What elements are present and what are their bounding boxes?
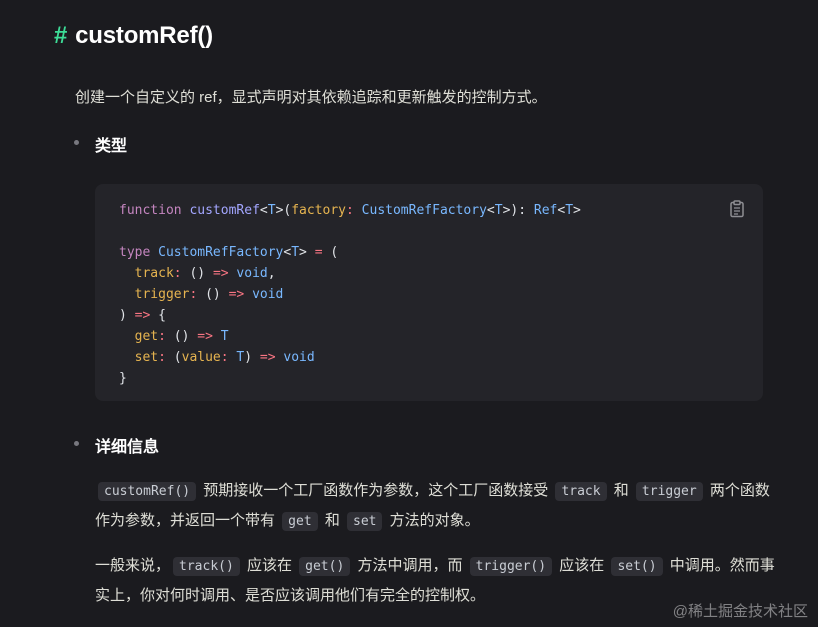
code-content: function customRef<T>(factory: CustomRef… xyxy=(119,200,581,389)
code-line-9: } xyxy=(119,371,127,386)
paragraph-text: 应该在 xyxy=(555,557,609,574)
list-item-type: 类型 xyxy=(74,132,127,156)
inline-code: set() xyxy=(611,557,663,576)
code-line-1: function customRef<T>(factory: CustomRef… xyxy=(119,203,581,218)
intro-text: 创建一个自定义的 ref，显式声明对其依赖追踪和更新触发的控制方式。 xyxy=(75,89,547,106)
code-line-3: type CustomRefFactory<T> = ( xyxy=(119,245,339,260)
code-line-6: ) => { xyxy=(119,308,166,323)
paragraph-text: 应该在 xyxy=(242,557,297,574)
code-line-4: track: () => void, xyxy=(134,266,276,281)
inline-code: trigger xyxy=(635,482,703,501)
paragraph-text: 方法中调用，而 xyxy=(353,557,467,574)
inline-code: track() xyxy=(173,557,240,576)
page-title: # customRef() xyxy=(54,22,213,50)
inline-code: set xyxy=(347,512,383,531)
inline-code: get xyxy=(282,512,318,531)
header-anchor[interactable]: # xyxy=(54,22,67,49)
code-block: function customRef<T>(factory: CustomRef… xyxy=(95,184,763,401)
clipboard-icon[interactable] xyxy=(727,199,747,219)
paragraph-text: 和 xyxy=(609,482,633,499)
page-title-text: customRef() xyxy=(75,22,213,49)
inline-code: get() xyxy=(299,557,351,576)
paragraph-text: 和 xyxy=(320,512,344,529)
inline-code: customRef() xyxy=(98,482,197,501)
type-label: 类型 xyxy=(95,138,128,155)
list-item-details: 详细信息 xyxy=(74,433,159,457)
inline-code: trigger() xyxy=(469,557,553,576)
inline-code: track xyxy=(555,482,607,501)
code-line-5: trigger: () => void xyxy=(134,287,284,302)
watermark: @稀土掘金技术社区 xyxy=(672,603,808,620)
details-label: 详细信息 xyxy=(95,439,160,456)
paragraph-text: 一般来说， xyxy=(95,557,171,574)
paragraph-text: 预期接收一个工厂函数作为参数，这个工厂函数接受 xyxy=(199,482,553,499)
code-line-8: set: (value: T) => void xyxy=(134,350,315,365)
code-line-7: get: () => T xyxy=(134,329,229,344)
details-paragraph-1: customRef() 预期接收一个工厂函数作为参数，这个工厂函数接受 trac… xyxy=(95,476,775,536)
paragraph-text: 方法的对象。 xyxy=(385,512,480,529)
